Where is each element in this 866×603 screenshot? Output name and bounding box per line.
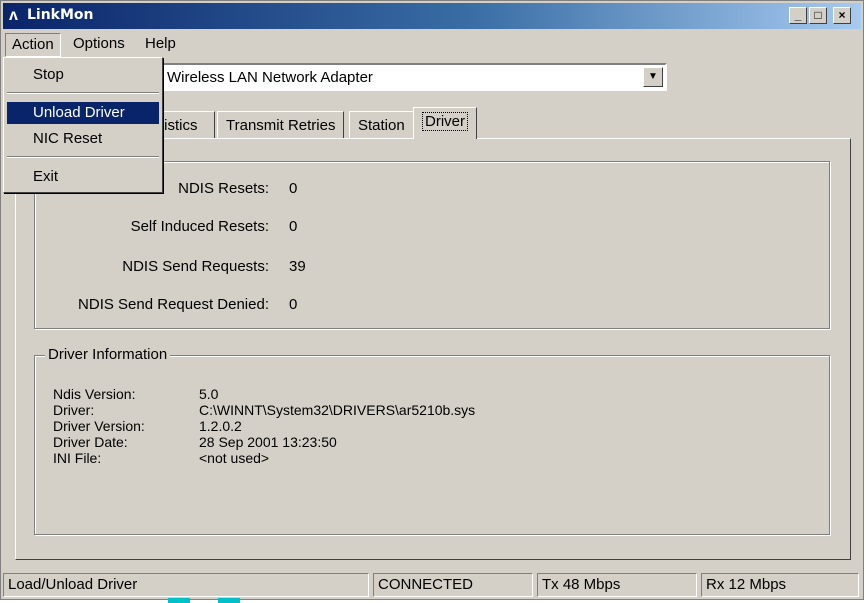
status-connection: CONNECTED — [373, 573, 533, 597]
taskbar-fragment — [218, 598, 240, 603]
info-label: Driver: — [53, 402, 95, 418]
info-label: Driver Date: — [53, 434, 128, 450]
stat-value: 0 — [289, 180, 298, 197]
menu-item-unload-driver[interactable]: Unload Driver — [7, 102, 159, 124]
menu-separator — [7, 92, 159, 94]
linkmon-window: ʌ LinkMon _ □ × Action Options Help Wire… — [0, 0, 864, 600]
info-value: 1.2.0.2 — [199, 418, 242, 434]
menu-item-nic-reset[interactable]: NIC Reset — [7, 128, 159, 150]
window-title: LinkMon — [27, 7, 94, 23]
tab-driver[interactable]: Driver — [413, 107, 477, 139]
info-label: INI File: — [53, 450, 102, 466]
driver-information-group: Driver Information Ndis Version: 5.0 Dri… — [34, 346, 830, 535]
menu-options[interactable]: Options — [67, 33, 131, 55]
dropdown-arrow-icon[interactable]: ▼ — [643, 67, 663, 87]
info-value: C:\WINNT\System32\DRIVERS\ar5210b.sys — [199, 402, 476, 418]
info-label: Driver Version: — [53, 418, 145, 434]
title-bar[interactable]: ʌ LinkMon _ □ × — [3, 3, 861, 29]
driver-tab-panel: NDIS Resets: 0 Self Induced Resets: 0 ND… — [15, 138, 851, 560]
info-value: 5.0 — [199, 386, 219, 402]
tab-station[interactable]: Station — [349, 111, 414, 139]
menu-item-stop[interactable]: Stop — [7, 64, 159, 86]
stat-label: NDIS Send Requests: — [122, 258, 269, 275]
menu-help[interactable]: Help — [139, 33, 182, 55]
info-value: <not used> — [199, 450, 270, 466]
stat-value: 0 — [289, 218, 298, 235]
menu-bar: Action Options Help — [3, 31, 861, 57]
group-title: Driver Information — [45, 346, 171, 363]
menu-action[interactable]: Action — [5, 33, 61, 57]
tab-transmit-retries[interactable]: Transmit Retries — [217, 111, 345, 139]
minimize-button[interactable]: _ — [789, 7, 807, 24]
info-value: 28 Sep 2001 13:23:50 — [199, 434, 337, 450]
stat-label: NDIS Resets: — [178, 180, 269, 197]
status-rx-rate: Rx 12 Mbps — [701, 573, 859, 597]
status-message: Load/Unload Driver — [3, 573, 369, 597]
adapter-select-value: Wireless LAN Network Adapter — [167, 69, 373, 86]
stat-value: 0 — [289, 296, 298, 313]
menu-separator — [7, 156, 159, 158]
adapter-select[interactable]: Wireless LAN Network Adapter ▼ — [151, 63, 667, 91]
taskbar-fragment — [168, 598, 190, 603]
action-menu-dropdown: Stop Unload Driver NIC Reset Exit — [3, 57, 163, 193]
app-icon: ʌ — [9, 7, 18, 24]
stat-label: NDIS Send Request Denied: — [78, 296, 269, 313]
maximize-button[interactable]: □ — [809, 7, 827, 24]
stat-label: Self Induced Resets: — [130, 218, 269, 235]
stat-value: 39 — [289, 258, 306, 275]
info-label: Ndis Version: — [53, 386, 136, 402]
status-tx-rate: Tx 48 Mbps — [537, 573, 697, 597]
close-button[interactable]: × — [833, 7, 851, 24]
tab-driver-label: Driver — [422, 112, 468, 131]
status-bar: Load/Unload Driver CONNECTED Tx 48 Mbps … — [3, 573, 861, 597]
menu-item-exit[interactable]: Exit — [7, 166, 159, 188]
